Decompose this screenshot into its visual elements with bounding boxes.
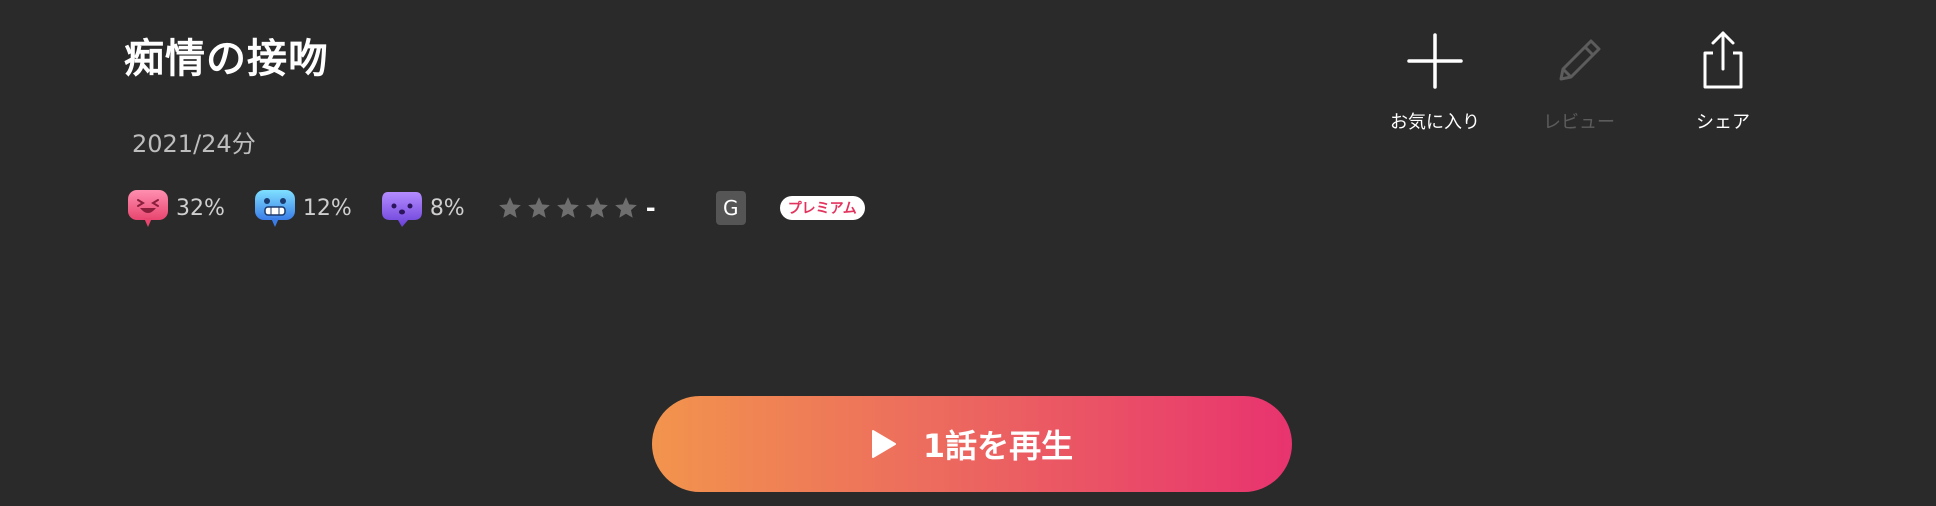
star-icon bbox=[527, 197, 550, 218]
play-episode-label: 1話を再生 bbox=[922, 427, 1074, 465]
star-icon bbox=[556, 197, 579, 218]
play-icon bbox=[871, 430, 896, 458]
play-episode-button[interactable]: 1話を再生 bbox=[652, 396, 1292, 492]
premium-badge: プレミアム bbox=[779, 196, 865, 220]
action-bar: お気に入り レビュー シェア bbox=[1370, 26, 1802, 134]
reaction-ghost[interactable]: 8% bbox=[380, 188, 465, 228]
review-label: レビュー bbox=[1543, 112, 1615, 133]
pencil-icon bbox=[1559, 39, 1601, 81]
age-rating-badge: G bbox=[715, 191, 746, 225]
star-icon bbox=[498, 197, 521, 218]
year-duration: 2021/24分 bbox=[132, 130, 256, 158]
share-label: シェア bbox=[1696, 112, 1750, 133]
plus-icon bbox=[1407, 33, 1463, 89]
star-icon bbox=[614, 197, 637, 218]
review-button[interactable]: レビュー bbox=[1514, 26, 1644, 134]
reaction-laugh[interactable]: 32% bbox=[126, 188, 225, 228]
page-title: 痴情の接吻 bbox=[124, 36, 329, 82]
stats-row: 32% 12% 8% - G プレミアム bbox=[126, 186, 865, 230]
reaction-laugh-percent: 32% bbox=[176, 195, 225, 221]
laughing-face-icon bbox=[126, 188, 170, 228]
reaction-ghost-percent: 8% bbox=[429, 195, 465, 221]
star-icon bbox=[585, 197, 608, 218]
rating-value: - bbox=[645, 194, 656, 222]
favorite-button[interactable]: お気に入り bbox=[1370, 26, 1500, 134]
star-rating[interactable]: - bbox=[497, 194, 656, 222]
reaction-scared[interactable]: 12% bbox=[253, 188, 352, 228]
ghost-face-icon bbox=[380, 188, 424, 228]
favorite-label: お気に入り bbox=[1390, 112, 1480, 133]
reaction-scared-percent: 12% bbox=[302, 195, 352, 221]
share-icon bbox=[1703, 31, 1743, 89]
scared-face-icon bbox=[253, 188, 297, 228]
share-button[interactable]: シェア bbox=[1658, 26, 1788, 134]
